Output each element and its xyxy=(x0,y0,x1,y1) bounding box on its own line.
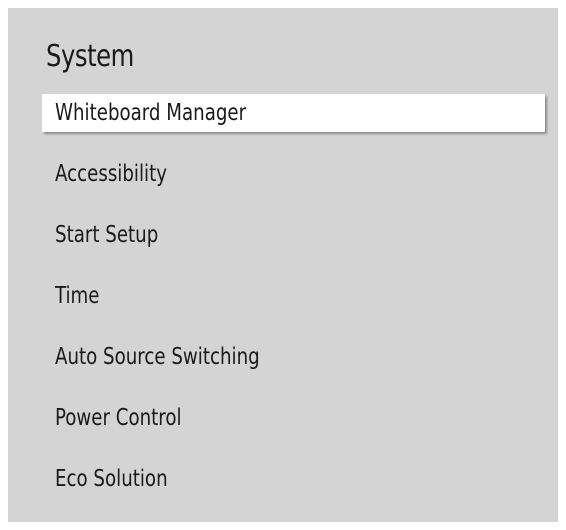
menu-item-whiteboard-manager[interactable]: Whiteboard Manager xyxy=(42,94,545,132)
menu-item-label: Whiteboard Manager xyxy=(55,100,247,126)
menu-item-power-control[interactable]: Power Control xyxy=(42,399,545,437)
menu-item-label: Time xyxy=(55,283,100,309)
menu-item-label: Start Setup xyxy=(55,222,159,248)
system-menu-list: Whiteboard Manager Accessibility Start S… xyxy=(42,94,545,521)
menu-title: System xyxy=(46,39,134,74)
menu-item-auto-source-switching[interactable]: Auto Source Switching xyxy=(42,338,545,376)
menu-item-time[interactable]: Time xyxy=(42,277,545,315)
menu-item-start-setup[interactable]: Start Setup xyxy=(42,216,545,254)
menu-item-label: Power Control xyxy=(55,405,182,431)
menu-item-label: Eco Solution xyxy=(55,466,168,492)
menu-item-label: Accessibility xyxy=(55,161,168,187)
menu-item-eco-solution[interactable]: Eco Solution xyxy=(42,460,545,498)
menu-item-accessibility[interactable]: Accessibility xyxy=(42,155,545,193)
system-menu-panel: System Whiteboard Manager Accessibility … xyxy=(8,8,558,522)
menu-item-label: Auto Source Switching xyxy=(55,344,260,370)
